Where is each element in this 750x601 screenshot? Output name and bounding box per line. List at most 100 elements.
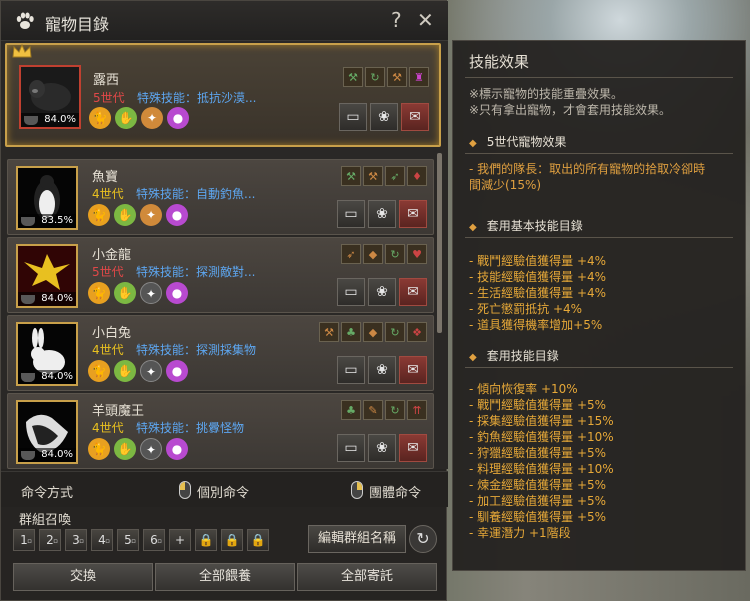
pet-talent-row: ➶ ◆ ↻ ♥ [339,244,427,267]
edit-group-name-button[interactable]: 編輯群組名稱 [308,525,406,553]
pet-card-lucy[interactable]: 84.0% 露西 5世代 特殊技能：抵抗沙漠... 🐈 ✋ ✦ ● ⚒ ↻ ⚒ ♜ ▭ ❀ ✉ [5,43,441,147]
compass-talent-icon[interactable]: ⚒ [387,67,407,87]
pet-actions: ▭ ❀ ✉ [336,103,429,131]
group-slots: 1 ▫ 2 ▫ 3 ▫ 4 ▫ 5 ▫ 6 ▫ + 🔒 🔒 🔒 [13,529,273,551]
pet-skill-row: 🐈 ✋ ✦ ● [88,204,192,228]
pet-talent-row: ⚒ ↻ ⚒ ♜ [341,67,429,90]
hammer-talent-icon[interactable]: ⚒ [319,322,339,342]
paw-command-button[interactable]: ❀ [368,278,396,306]
pet-actions: ▭ ❀ ✉ [334,356,427,384]
title-bar[interactable]: 寵物目錄 ? ✕ [1,1,448,41]
hand-skill-icon[interactable]: ✋ [114,282,136,304]
feed-button[interactable]: ▭ [337,278,365,306]
divider [465,77,733,78]
section-heading: 5世代寵物效果 [469,133,567,150]
compass-skill-icon[interactable]: ✦ [140,282,162,304]
bag-skill-icon[interactable]: ● [166,204,188,226]
pet-special-skill[interactable]: 特殊技能：探測採集物 [136,341,256,358]
compass-skill-icon[interactable]: ✦ [140,360,162,382]
bag-skill-icon[interactable]: ● [166,282,188,304]
fish-talent-icon[interactable]: ↻ [385,400,405,420]
pet-special-skill[interactable]: 特殊技能：挑釁怪物 [136,419,244,436]
rabbit-talent-icon[interactable]: ◆ [363,244,383,264]
pet-list-window: 寵物目錄 ? ✕ 84.0% 露西 5世代 特殊技能：抵抗沙漠... 🐈 ✋ ✦ ● … [0,0,448,601]
fish-talent-icon[interactable]: ↻ [385,244,405,264]
pet-card-rabbit[interactable]: 84.0% 小白兔 4世代 特殊技能：探測採集物 🐈 ✋ ✦ ● ⚒ ♣ ◆ ↻ ❖ ▭ ❀ ✉ [7,315,434,391]
seal-button[interactable]: ✉ [399,278,427,306]
close-button[interactable]: ✕ [417,8,434,32]
refresh-icon[interactable]: ↻ [409,525,437,553]
hunt-talent-icon[interactable]: ♦ [407,166,427,186]
feed-button[interactable]: ▭ [337,200,365,228]
potion-talent-icon[interactable]: ♜ [409,67,429,87]
seal-button[interactable]: ✉ [399,200,427,228]
gather-talent-icon[interactable]: ⚒ [341,166,361,186]
pet-card-dragon[interactable]: 84.0% 小金龍 5世代 特殊技能：探測敵對... 🐈 ✋ ✦ ● ➶ ◆ ↻ ♥ ▭ ❀ ✉ [7,237,434,313]
gather-talent-icon[interactable]: ♣ [341,322,361,342]
pet-card-goat-king[interactable]: 84.0% 羊頭魔王 4世代 特殊技能：挑釁怪物 🐈 ✋ ✦ ● ♣ ✎ ↻ ⇈ ▭ ❀ ✉ [7,393,434,469]
wing-talent-icon[interactable]: ➶ [385,166,405,186]
seal-button[interactable]: ✉ [399,356,427,384]
cat-skill-icon[interactable]: 🐈 [88,282,110,304]
pet-list[interactable]: 84.0% 露西 5世代 特殊技能：抵抗沙漠... 🐈 ✋ ✦ ● ⚒ ↻ ⚒ ♜ ▭ ❀ ✉ … [1,41,448,469]
feed-all-button[interactable]: 全部餵養 [155,563,295,591]
paw-command-button[interactable]: ❀ [370,103,398,131]
hand-skill-icon[interactable]: ✋ [115,107,137,129]
group-slot-6[interactable]: 6 ▫ [143,529,165,551]
fish-talent-icon[interactable]: ↻ [385,322,405,342]
fish-talent-icon[interactable]: ↻ [365,67,385,87]
group-command[interactable]: 團體命令 [369,482,421,501]
paw-command-button[interactable]: ❀ [368,356,396,384]
lock-icon[interactable]: 🔒 [195,529,217,551]
bag-skill-icon[interactable]: ● [166,438,188,460]
compass-skill-icon[interactable]: ✦ [140,438,162,460]
arrow-talent-icon[interactable]: ⇈ [407,400,427,420]
deposit-all-button[interactable]: 全部寄託 [297,563,437,591]
compass-skill-icon[interactable]: ✦ [141,107,163,129]
group-slot-1[interactable]: 1 ▫ [13,529,35,551]
fish-talent-icon[interactable]: ⚒ [363,166,383,186]
cat-skill-icon[interactable]: 🐈 [88,360,110,382]
cat-skill-icon[interactable]: 🐈 [89,107,111,129]
hand-skill-icon[interactable]: ✋ [114,438,136,460]
cat-skill-icon[interactable]: 🐈 [88,204,110,226]
pet-special-skill[interactable]: 特殊技能：自動釣魚... [136,185,255,202]
gem-talent-icon[interactable]: ❖ [407,322,427,342]
lock-icon[interactable]: 🔒 [247,529,269,551]
gather-talent-icon[interactable]: ♣ [341,400,361,420]
add-group-button[interactable]: + [169,529,191,551]
hand-skill-icon[interactable]: ✋ [114,204,136,226]
paw-command-button[interactable]: ❀ [368,200,396,228]
paw-command-button[interactable]: ❀ [368,434,396,462]
rabbit-talent-icon[interactable]: ◆ [363,322,383,342]
hunt-talent-icon[interactable]: ➶ [341,244,361,264]
pet-generation: 5世代 [93,91,125,105]
group-slot-2[interactable]: 2 ▫ [39,529,61,551]
compass-skill-icon[interactable]: ✦ [140,204,162,226]
exchange-button[interactable]: 交換 [13,563,153,591]
feed-button[interactable]: ▭ [339,103,367,131]
feed-button[interactable]: ▭ [337,356,365,384]
seal-button[interactable]: ✉ [401,103,429,131]
pet-special-skill[interactable]: 特殊技能：探測敵對... [136,263,255,280]
group-slot-4[interactable]: 4 ▫ [91,529,113,551]
bag-skill-icon[interactable]: ● [167,107,189,129]
pet-actions: ▭ ❀ ✉ [334,434,427,462]
fruit-talent-icon[interactable]: ♥ [407,244,427,264]
help-button[interactable]: ? [391,8,402,32]
feed-button[interactable]: ▭ [337,434,365,462]
individual-command[interactable]: 個別命令 [197,482,249,501]
lock-icon[interactable]: 🔒 [221,529,243,551]
pet-skill-row: 🐈 ✋ ✦ ● [88,438,192,462]
hunt-talent-icon[interactable]: ✎ [363,400,383,420]
group-slot-5[interactable]: 5 ▫ [117,529,139,551]
pet-card-fish[interactable]: 83.5% 魚寶 4世代 特殊技能：自動釣魚... 🐈 ✋ ✦ ● ⚒ ⚒ ➶ ♦ ▭ ❀ ✉ [7,159,434,235]
list-scrollbar[interactable] [437,153,442,333]
cat-skill-icon[interactable]: 🐈 [88,438,110,460]
group-slot-3[interactable]: 3 ▫ [65,529,87,551]
bag-skill-icon[interactable]: ● [166,360,188,382]
seal-button[interactable]: ✉ [399,434,427,462]
gather-talent-icon[interactable]: ⚒ [343,67,363,87]
hand-skill-icon[interactable]: ✋ [114,360,136,382]
pet-special-skill[interactable]: 特殊技能：抵抗沙漠... [137,89,256,106]
